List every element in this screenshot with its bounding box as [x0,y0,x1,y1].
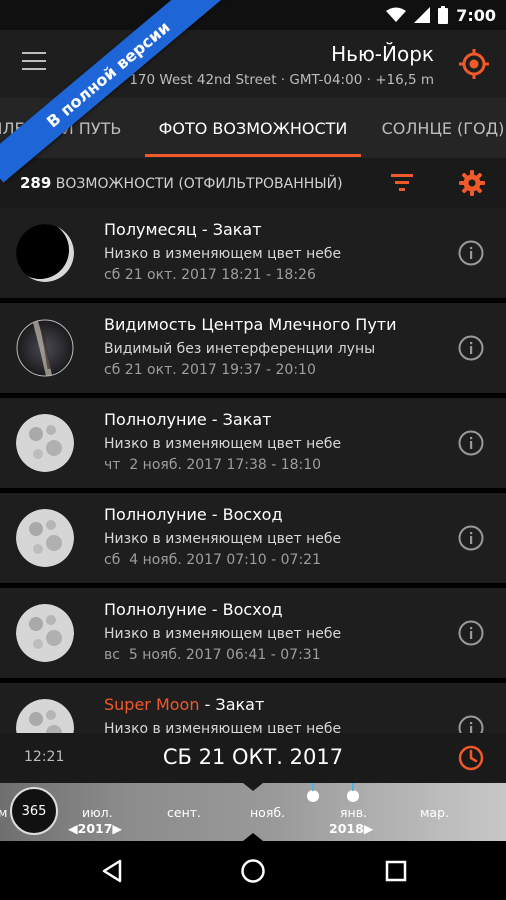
item-subtitle: Низко в изменяющем цвет небе [104,626,342,642]
item-subtitle: Низко в изменяющем цвет небе [104,721,342,733]
info-icon[interactable] [458,525,484,551]
menu-icon[interactable] [22,52,46,72]
back-icon[interactable] [98,857,126,885]
item-date: сб 21 окт. 2017 18:21 - 18:26 [104,267,316,283]
item-subtitle: Низко в изменяющем цвет небе [104,246,342,262]
separator-dot: · [366,72,376,88]
location-city[interactable]: Нью-Йорк [331,42,434,66]
item-title: Полумесяц - Закат [104,220,262,239]
timeline-month: янв. [340,805,368,820]
item-title: Super Moon - Закат [104,695,264,714]
timeline-pointer-bottom [243,833,263,841]
super-moon-label: Super Moon [104,695,200,714]
item-title: Полнолуние - Восход [104,505,283,524]
item-title: Полнолуние - Закат [104,410,272,429]
active-tab-indicator [145,154,361,157]
timeline-year-label: 2017 [77,821,113,836]
filter-bar: 289 ВОЗМОЖНОСТИ (ОТФИЛЬТРОВАННЫЙ) [0,158,506,208]
list-item[interactable]: Полнолуние - Восход Низко в изменяющем ц… [0,493,506,583]
day-of-year-dial[interactable]: 365 [10,787,58,835]
full-moon-icon [16,699,74,733]
milky-way-icon [16,319,74,377]
list-item[interactable]: Полумесяц - Закат Низко в изменяющем цве… [0,208,506,298]
item-date: сб 21 окт. 2017 19:37 - 20:10 [104,362,316,378]
date-timeline[interactable]: м июл. ◀2017▶ сент. нояб. янв. 2018▶ мар… [0,783,506,841]
item-date: вс 5 нояб. 2017 06:41 - 07:31 [104,647,321,663]
results-label: ВОЗМОЖНОСТИ (ОТФИЛЬТРОВАННЫЙ) [55,176,343,192]
list-item[interactable]: Полнолуние - Восход Низко в изменяющем ц… [0,588,506,678]
item-title: Полнолуние - Восход [104,600,283,619]
info-icon[interactable] [458,715,484,733]
info-icon[interactable] [458,335,484,361]
timeline-marker [352,783,354,791]
location-target-icon[interactable] [458,48,490,80]
battery-icon [438,6,449,24]
location-address: 170 West 42nd Street [129,72,277,88]
list-item[interactable]: Видимость Центра Млечного Пути Видимый б… [0,303,506,393]
recents-icon[interactable] [382,857,410,885]
home-icon[interactable] [239,857,267,885]
clock-icon[interactable] [458,745,484,771]
timeline-pointer-top [243,783,263,791]
item-date: сб 4 нояб. 2017 07:10 - 07:21 [104,552,321,568]
opportunity-list[interactable]: Полумесяц - Закат Низко в изменяющем цве… [0,208,506,733]
info-icon[interactable] [458,620,484,646]
item-subtitle: Низко в изменяющем цвет небе [104,531,342,547]
location-timezone: GMT-04:00 [289,72,363,88]
timeline-year[interactable]: 2018▶ [329,821,373,836]
item-date: чт 2 нояб. 2017 17:38 - 18:10 [104,457,322,473]
system-nav-bar [0,841,506,900]
tab-sun-year[interactable]: СОЛНЦЕ (ГОД) [368,98,506,158]
full-moon-icon [16,604,74,662]
full-moon-icon [16,509,74,567]
list-item[interactable]: Полнолуние - Закат Низко в изменяющем цв… [0,398,506,488]
timeline-marker [312,783,314,791]
timeline-month: м [0,805,8,820]
tab-photo-opportunities[interactable]: ФОТО ВОЗМОЖНОСТИ [145,98,361,158]
item-subtitle: Низко в изменяющем цвет небе [104,436,342,452]
wifi-icon [386,7,407,22]
selected-date[interactable]: СБ 21 ОКТ. 2017 [0,745,506,769]
date-bar: 12:21 СБ 21 ОКТ. 2017 [0,733,506,783]
list-item[interactable]: Super Moon - Закат Низко в изменяющем цв… [0,683,506,733]
timeline-year-label: 2018 [329,821,364,836]
item-subtitle: Видимый без инетерференции луны [104,341,376,357]
timeline-month: мар. [420,805,449,820]
status-icons: 7:00 [386,4,496,26]
results-summary: 289 ВОЗМОЖНОСТИ (ОТФИЛЬТРОВАННЫЙ) [20,174,343,192]
timeline-month: нояб. [250,805,286,820]
filter-icon[interactable] [391,173,413,191]
item-title: Видимость Центра Млечного Пути [104,315,397,334]
timeline-month: июл. [82,805,113,820]
status-bar: 7:00 [0,0,506,30]
signal-icon [414,7,431,23]
status-time: 7:00 [456,5,496,25]
settings-gear-icon[interactable] [459,170,485,196]
timeline-year[interactable]: ◀2017▶ [68,821,122,836]
crescent-moon-icon [16,224,74,282]
results-count: 289 [20,174,52,192]
location-details[interactable]: 170 West 42nd Street · GMT-04:00 · +16,5… [129,72,434,88]
info-icon[interactable] [458,240,484,266]
location-elevation: +16,5 m [375,72,434,88]
timeline-month: сент. [167,805,201,820]
full-moon-icon [16,414,74,472]
item-title-rest: - Закат [199,695,265,714]
info-icon[interactable] [458,430,484,456]
